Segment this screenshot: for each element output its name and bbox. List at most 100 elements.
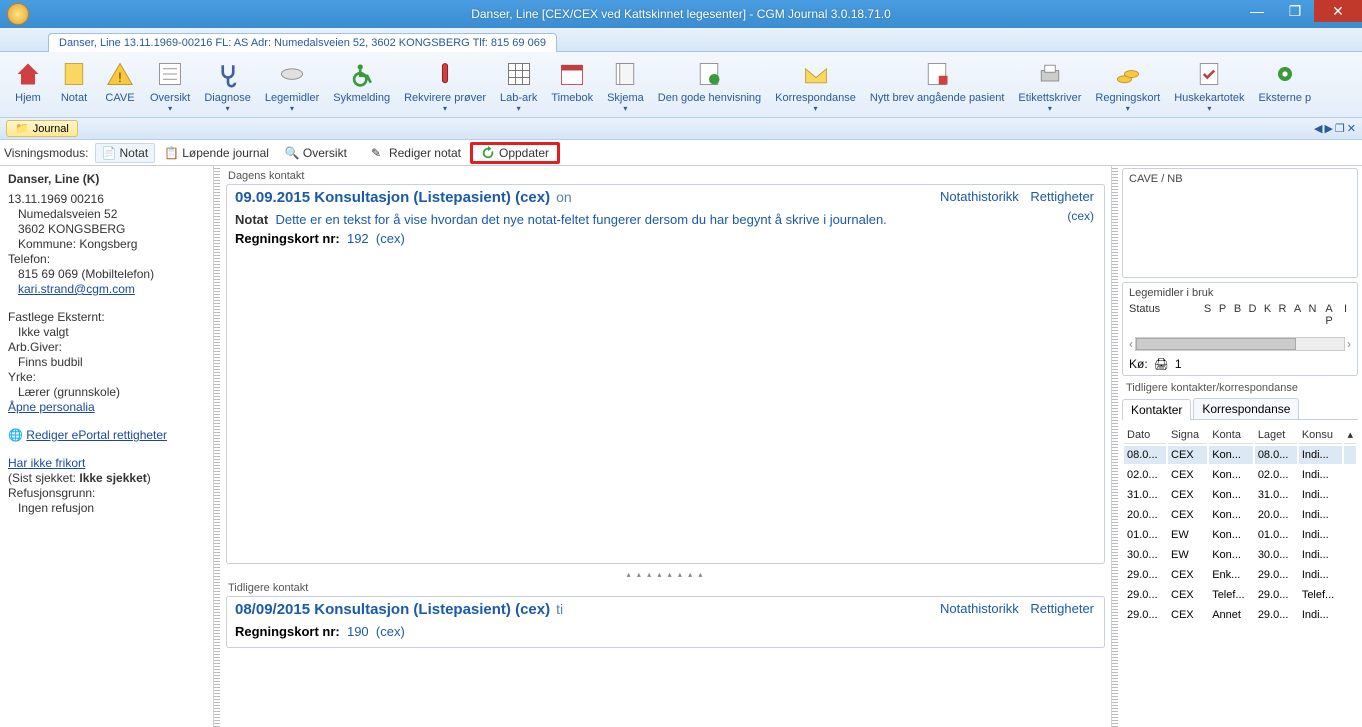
ribbon-nyttbrev[interactable]: Nytt brev angående pasient xyxy=(864,56,1011,115)
med-scroll[interactable]: ‹ › xyxy=(1129,337,1351,351)
ribbon-eksterne[interactable]: Eksterne p xyxy=(1253,56,1318,115)
window-title: Danser, Line [CEX/CEX ved Kattskinnet le… xyxy=(471,7,891,21)
table-row[interactable]: 29.0...CEXAnnet29.0...Indi... xyxy=(1124,606,1356,624)
refresh-icon xyxy=(481,146,495,160)
viewmode-notat[interactable]: 📄Notat xyxy=(95,143,156,163)
prev-weekday: ti xyxy=(556,601,563,617)
ribbon-skjema[interactable]: Skjema▾ xyxy=(601,56,650,115)
table-row[interactable]: 01.0...EWKon...01.0...Indi... xyxy=(1124,526,1356,544)
ribbon-toolbar: Hjem Notat !CAVE Oversikt▾ Diagnose▾ Leg… xyxy=(0,52,1362,118)
form-icon xyxy=(609,58,641,90)
home-icon xyxy=(12,58,44,90)
table-row[interactable]: 20.0...CEXKon...20.0...Indi... xyxy=(1124,506,1356,524)
patient-name: Danser, Line (K) xyxy=(8,172,205,186)
status-label: Status xyxy=(1129,303,1160,327)
table-row[interactable]: 29.0...CEXEnk...29.0...Indi... xyxy=(1124,566,1356,584)
ribbon-labark[interactable]: Lab-ark▾ xyxy=(494,56,543,115)
printer-icon xyxy=(1034,58,1066,90)
list-icon xyxy=(154,58,186,90)
ribbon-henvisning[interactable]: Den gode henvisning xyxy=(652,56,767,115)
ribbon-cave[interactable]: !CAVE xyxy=(98,56,142,115)
today-notathistorikk-link[interactable]: Notathistorikk xyxy=(940,189,1019,204)
scroll-right-icon[interactable]: › xyxy=(1347,337,1351,351)
refusjon-label: Refusjonsgrunn: xyxy=(8,486,205,500)
warn-icon: ! xyxy=(104,58,136,90)
ribbon-sykmelding[interactable]: Sykmelding xyxy=(327,56,396,115)
coins-icon xyxy=(1112,58,1144,90)
stethoscope-icon xyxy=(212,58,244,90)
eportal-link[interactable]: Rediger ePortal rettigheter xyxy=(26,428,167,442)
title-bar: Danser, Line [CEX/CEX ved Kattskinnet le… xyxy=(0,0,1362,28)
cave-panel: CAVE / NB xyxy=(1122,168,1358,278)
ribbon-legemidler[interactable]: Legemidler▾ xyxy=(259,56,325,115)
note-icon xyxy=(58,58,90,90)
sist-sjekket: (Sist sjekket: Ikke sjekket) xyxy=(8,471,205,485)
scroll-left-icon[interactable]: ‹ xyxy=(1129,337,1133,351)
yrke-value: Lærer (grunnskole) xyxy=(8,385,205,399)
patient-email-link[interactable]: kari.strand@cgm.com xyxy=(18,282,135,296)
globe-icon: 🌐 xyxy=(8,428,23,442)
nav-prev[interactable]: ◀ xyxy=(1314,122,1322,135)
yrke-label: Yrke: xyxy=(8,370,205,384)
arbgiver-label: Arb.Giver: xyxy=(8,340,205,354)
maximize-button[interactable]: ❐ xyxy=(1276,0,1314,22)
patient-id: 13.11.1969 00216 xyxy=(8,192,205,206)
center-splitter[interactable]: ▴ ▴ ▴ ▴ ▴ ▴ ▴ ▴ xyxy=(220,570,1111,578)
today-user: (cex) xyxy=(1067,209,1094,223)
viewmode-oversikt[interactable]: 🔍Oversikt xyxy=(278,143,354,163)
chevron-down-icon: ▾ xyxy=(1207,104,1211,113)
tab-kontakter[interactable]: Kontakter xyxy=(1122,399,1191,420)
oppdater-button[interactable]: Oppdater xyxy=(470,142,560,164)
chevron-down-icon: ▾ xyxy=(623,104,627,113)
minimize-button[interactable]: — xyxy=(1238,0,1276,22)
patient-kommune: Kommune: Kongsberg xyxy=(8,237,205,251)
ribbon-notat[interactable]: Notat xyxy=(52,56,96,115)
note-icon: 📄 xyxy=(102,146,116,160)
table-row[interactable]: 29.0...CEXTelef...29.0...Telef... xyxy=(1124,586,1356,604)
today-rettigheter-link[interactable]: Rettigheter xyxy=(1030,189,1094,204)
nav-close[interactable]: ✕ xyxy=(1347,122,1356,135)
rediger-notat-button[interactable]: ✎Rediger notat xyxy=(364,143,468,163)
journal-panel: Dagens kontakt 09.09.2015 Konsultasjon (… xyxy=(220,166,1112,727)
patient-addr1: Numedalsveien 52 xyxy=(8,207,205,221)
today-regningskort: Regningskort nr: 192 (cex) xyxy=(235,231,1096,246)
ribbon-diagnose[interactable]: Diagnose▾ xyxy=(198,56,256,115)
viewmode-lopende[interactable]: 📋Løpende journal xyxy=(157,143,276,163)
table-row[interactable]: 08.0...CEXKon...08.0...Indi... xyxy=(1124,446,1356,464)
ribbon-timebok[interactable]: Timebok xyxy=(545,56,599,115)
printer-icon[interactable]: 🖨 xyxy=(1154,357,1169,371)
ribbon-rekvirere[interactable]: Rekvirere prøver▾ xyxy=(398,56,492,115)
prev-rettigheter-link[interactable]: Rettigheter xyxy=(1030,601,1094,616)
ribbon-regningskort[interactable]: Regningskort▾ xyxy=(1089,56,1166,115)
prev-label: Tidligere kontakt xyxy=(224,580,1107,596)
ribbon-oversikt[interactable]: Oversikt▾ xyxy=(144,56,196,115)
ribbon-korrespondanse[interactable]: Korrespondanse▾ xyxy=(769,56,862,115)
app-orb[interactable] xyxy=(0,0,36,28)
ribbon-hjem[interactable]: Hjem xyxy=(6,56,50,115)
tab-korrespondanse[interactable]: Korrespondanse xyxy=(1193,398,1299,419)
gear-icon xyxy=(1269,58,1301,90)
nav-window[interactable]: ❐ xyxy=(1335,122,1345,135)
close-button[interactable]: ✕ xyxy=(1314,0,1362,22)
edit-icon: ✎ xyxy=(371,146,385,160)
prev-notathistorikk-link[interactable]: Notathistorikk xyxy=(940,601,1019,616)
scroll-up-icon[interactable]: ▴ xyxy=(1344,426,1356,444)
today-contact-group: Dagens kontakt 09.09.2015 Konsultasjon (… xyxy=(224,168,1107,568)
phone-value: 815 69 069 (Mobiltelefon) xyxy=(8,267,205,281)
overview-icon: 🔍 xyxy=(285,146,299,160)
frikort-link[interactable]: Har ikke frikort xyxy=(8,456,85,470)
ribbon-etikett[interactable]: Etikettskriver▾ xyxy=(1012,56,1087,115)
nav-next[interactable]: ▶ xyxy=(1324,122,1332,135)
journal-tab[interactable]: 📁 Journal xyxy=(6,120,78,137)
table-row[interactable]: 30.0...EWKon...30.0...Indi... xyxy=(1124,546,1356,564)
patient-tab[interactable]: Danser, Line 13.11.1969-00216 FL: AS Adr… xyxy=(48,33,557,52)
table-row[interactable]: 02.0...CEXKon...02.0...Indi... xyxy=(1124,466,1356,484)
chevron-down-icon: ▾ xyxy=(517,104,521,113)
cave-title: CAVE / NB xyxy=(1129,173,1351,185)
ribbon-huske[interactable]: Huskekartotek▾ xyxy=(1168,56,1250,115)
today-notat: Notat Dette er en tekst for å vise hvord… xyxy=(235,212,1096,227)
today-entry: 09.09.2015 Konsultasjon (Listepasient) (… xyxy=(226,184,1105,564)
newdoc-icon xyxy=(921,58,953,90)
table-row[interactable]: 31.0...CEXKon...31.0...Indi... xyxy=(1124,486,1356,504)
open-personalia-link[interactable]: Åpne personalia xyxy=(8,400,95,414)
